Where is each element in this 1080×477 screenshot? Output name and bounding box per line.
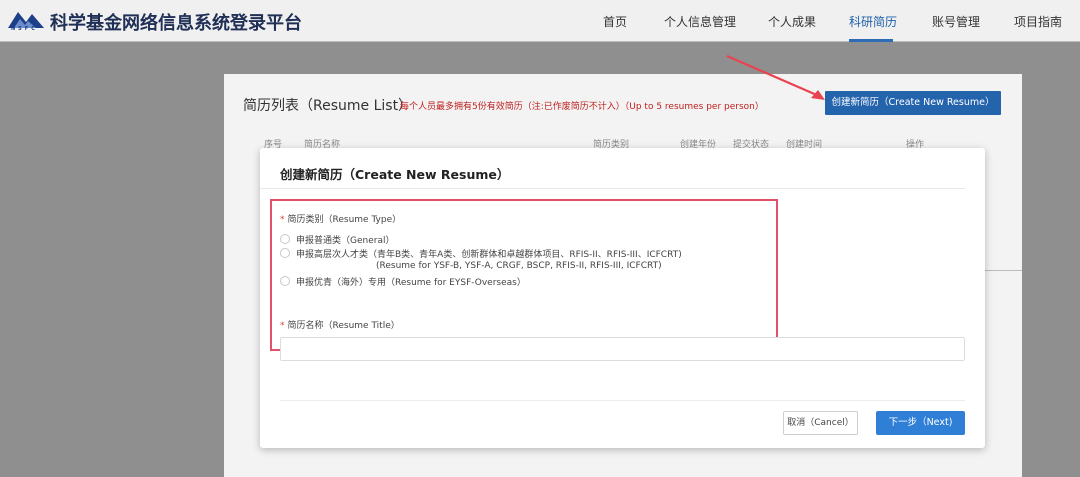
resume-title-label: * 简历名称（Resume Title） (280, 318, 400, 331)
radio-overseas[interactable] (280, 276, 290, 286)
resume-type-option-general[interactable]: 申报普通类（General） (280, 233, 580, 246)
dialog-header-divider (260, 188, 965, 189)
option-label-talent: 申报高层次人才类（青年B类、青年A类、创新群体和卓越群体项目、RFIS-II、R… (296, 250, 682, 260)
option-sub-talent: (Resume for YSF-B, YSF-A, CRGF, BSCP, RF… (376, 261, 662, 271)
cancel-button[interactable]: 取消（Cancel） (783, 411, 858, 435)
dialog-title: 创建新简历（Create New Resume） (280, 167, 510, 182)
resume-title-input[interactable] (280, 337, 965, 361)
create-resume-dialog: 创建新简历（Create New Resume） * 简历类别（Resume Ty… (260, 148, 985, 448)
radio-general[interactable] (280, 234, 290, 244)
resume-title-label-text: 简历名称（Resume Title） (287, 321, 400, 331)
option-label-overseas: 申报优青（海外）专用（Resume for EYSF-Overseas） (296, 278, 526, 288)
dialog-footer-divider (280, 400, 965, 401)
required-mark: * (280, 321, 285, 331)
option-label-general: 申报普通类（General） (296, 236, 395, 246)
required-mark: * (280, 215, 285, 225)
next-button[interactable]: 下一步（Next) (876, 411, 965, 435)
resume-type-option-talent[interactable]: 申报高层次人才类（青年B类、青年A类、创新群体和卓越群体项目、RFIS-II、R… (280, 247, 710, 260)
resume-type-label: * 简历类别（Resume Type） (280, 212, 401, 225)
resume-type-option-overseas[interactable]: 申报优青（海外）专用（Resume for EYSF-Overseas） (280, 275, 580, 288)
resume-type-label-text: 简历类别（Resume Type） (287, 215, 402, 225)
radio-talent[interactable] (280, 248, 290, 258)
